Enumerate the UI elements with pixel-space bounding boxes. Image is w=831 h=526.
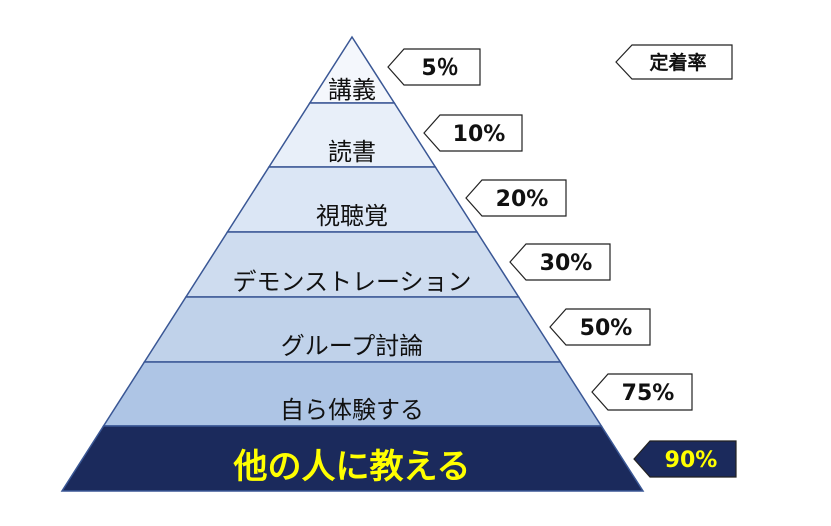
rate-tag-label-4: 30% [540,251,593,276]
rate-tag-label-1: 5％ [421,56,458,81]
diagram-canvas: 講義読書視聴覚デモンストレーション グループ討論 自ら体験する他の人に教える 5％ 1… [0,0,831,526]
rate-tag-label-3: 20% [496,187,549,212]
rate-tag-label-5: 50% [580,316,633,341]
retention-rate-header-label: 定着率 [649,51,706,74]
rate-tag-label-6: 75% [622,381,675,406]
learning-pyramid: 講義読書視聴覚デモンストレーショングループ討論自ら体験する他の人に教える 5％ 1… [60,35,737,492]
pyramid-level-label-6: 自ら体験する [280,396,424,424]
pyramid-level-label-1: 講義 [328,76,376,104]
rate-tag-label-2: 10% [453,122,506,147]
pyramid-level-label-5: グループ討論 [281,332,424,360]
pyramid-level-label-4: デモンストレーション [232,268,471,296]
pyramid-level-label-7: 他の人に教える [233,447,471,487]
pyramid-level-label-3: 視聴覚 [316,202,388,230]
rate-tag-label-7: 90% [665,448,718,473]
pyramid-level-label-2: 読書 [328,138,376,166]
